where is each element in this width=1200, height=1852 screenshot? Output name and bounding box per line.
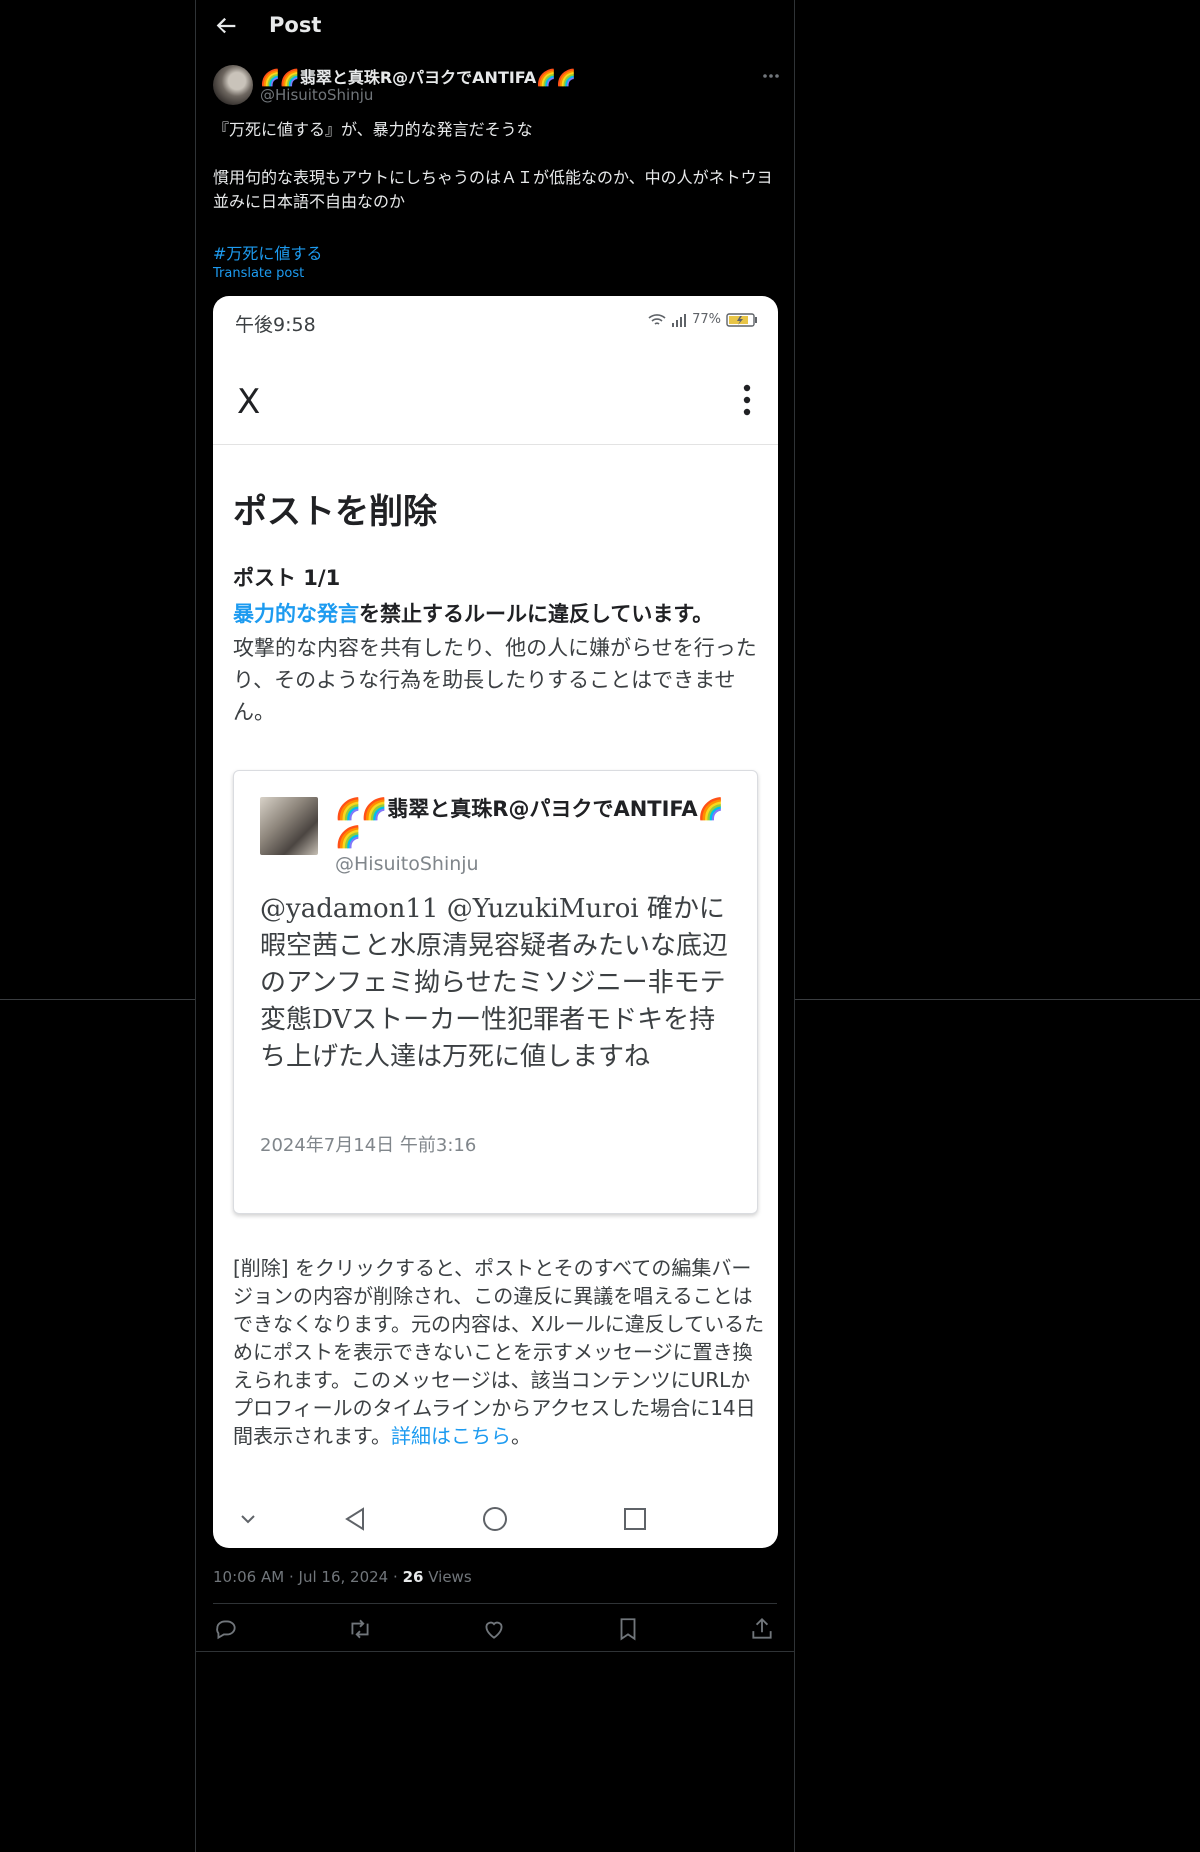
status-icons: 77% bbox=[648, 312, 758, 327]
attached-screenshot[interactable]: 午後9:58 77% X ポストを削除 ポスト 1/1 暴力的な発言を禁止するル… bbox=[213, 296, 778, 1548]
violating-post-card: 🌈🌈翡翠と真珠R@パヨクでANTIFA🌈🌈 @HisuitoShinju @ya… bbox=[233, 770, 758, 1214]
delete-post-title: ポストを削除 bbox=[233, 492, 437, 532]
reply-icon[interactable] bbox=[213, 1616, 239, 1642]
bookmark-icon[interactable] bbox=[615, 1616, 641, 1642]
x-logo: X bbox=[237, 382, 261, 422]
signal-icon bbox=[672, 313, 687, 327]
notice-end: 。 bbox=[511, 1424, 531, 1448]
post-count: ポスト 1/1 bbox=[233, 566, 341, 590]
more-options-icon[interactable] bbox=[759, 66, 783, 86]
kebab-menu-icon bbox=[743, 384, 751, 416]
author-name[interactable]: 🌈🌈翡翠と真珠R@パヨクでANTIFA🌈🌈 bbox=[260, 64, 576, 88]
avatar[interactable] bbox=[213, 65, 253, 105]
wifi-icon bbox=[648, 313, 666, 325]
learn-more-link: 詳細はこちら bbox=[391, 1424, 511, 1448]
actions-divider-bottom bbox=[196, 1651, 794, 1652]
share-icon[interactable] bbox=[749, 1616, 775, 1642]
views-count: 26 bbox=[402, 1568, 424, 1586]
appbar-divider bbox=[213, 444, 778, 445]
android-nav-bar bbox=[213, 1496, 778, 1546]
actions-divider-top bbox=[213, 1603, 777, 1604]
card-post-date: 2024年7月14日 午前3:16 bbox=[260, 1135, 477, 1156]
post-text-line: 慣用句的な表現もアウトにしちゃうのはＡＩが低能なのか、中の人がネトウヨ並みに日本… bbox=[213, 168, 773, 211]
status-time: 午後9:58 bbox=[235, 314, 316, 336]
translate-post-link[interactable]: Translate post bbox=[213, 266, 304, 281]
post-meta: 10:06 AM · Jul 16, 2024 · 26 Views bbox=[213, 1568, 472, 1586]
top-bar: Post bbox=[196, 0, 794, 53]
post-time[interactable]: 10:06 AM bbox=[213, 1568, 284, 1586]
post-column: Post 🌈🌈翡翠と真珠R@パヨクでANTIFA🌈🌈 @HisuitoShinj… bbox=[195, 0, 795, 1852]
battery-percent: 77% bbox=[692, 312, 721, 327]
home-circle-icon bbox=[483, 1507, 507, 1531]
author-handle[interactable]: @HisuitoShinju bbox=[260, 86, 373, 104]
recents-square-icon bbox=[624, 1508, 646, 1530]
post-date[interactable]: Jul 16, 2024 bbox=[299, 1568, 389, 1586]
views-label: Views bbox=[428, 1568, 472, 1586]
chevron-down-icon bbox=[241, 1515, 255, 1524]
card-avatar bbox=[260, 797, 318, 855]
page-title: Post bbox=[269, 13, 322, 37]
post-text-line: 『万死に値する』が、暴力的な発言だそうな bbox=[213, 120, 533, 139]
repost-icon[interactable] bbox=[347, 1616, 373, 1642]
rule-violation-text: 暴力的な発言を禁止するルールに違反しています。 bbox=[233, 598, 763, 628]
action-bar bbox=[213, 1610, 777, 1650]
delete-notice: [削除] をクリックすると、ポストとそのすべての編集バージョンの内容が削除され、… bbox=[233, 1254, 765, 1450]
notice-text: [削除] をクリックすると、ポストとそのすべての編集バージョンの内容が削除され、… bbox=[233, 1256, 765, 1448]
arrow-left-icon[interactable] bbox=[212, 12, 240, 40]
battery-icon bbox=[726, 312, 757, 327]
post-text: 『万死に値する』が、暴力的な発言だそうな 慣用句的な表現もアウトにしちゃうのはＡ… bbox=[213, 118, 783, 214]
card-author-handle: @HisuitoShinju bbox=[335, 853, 479, 875]
rule-description: 攻撃的な内容を共有したり、他の人に嫌がらせを行ったり、そのような行為を助長したり… bbox=[233, 636, 757, 724]
meta-separator: · bbox=[288, 1568, 294, 1586]
hashtag-link[interactable]: #万死に値する bbox=[213, 240, 322, 264]
card-author-name: 🌈🌈翡翠と真珠R@パヨクでANTIFA🌈🌈 bbox=[335, 797, 724, 849]
rule-rest: を禁止するルールに違反しています。 bbox=[359, 602, 714, 626]
meta-separator: · bbox=[393, 1568, 398, 1586]
back-triangle-icon bbox=[345, 1507, 364, 1531]
card-post-body: @yadamon11 @YuzukiMuroi 確かに暇空茜こと水原清晃容疑者み… bbox=[260, 894, 729, 1072]
rule-link: 暴力的な発言 bbox=[233, 602, 359, 626]
like-icon[interactable] bbox=[481, 1616, 507, 1642]
